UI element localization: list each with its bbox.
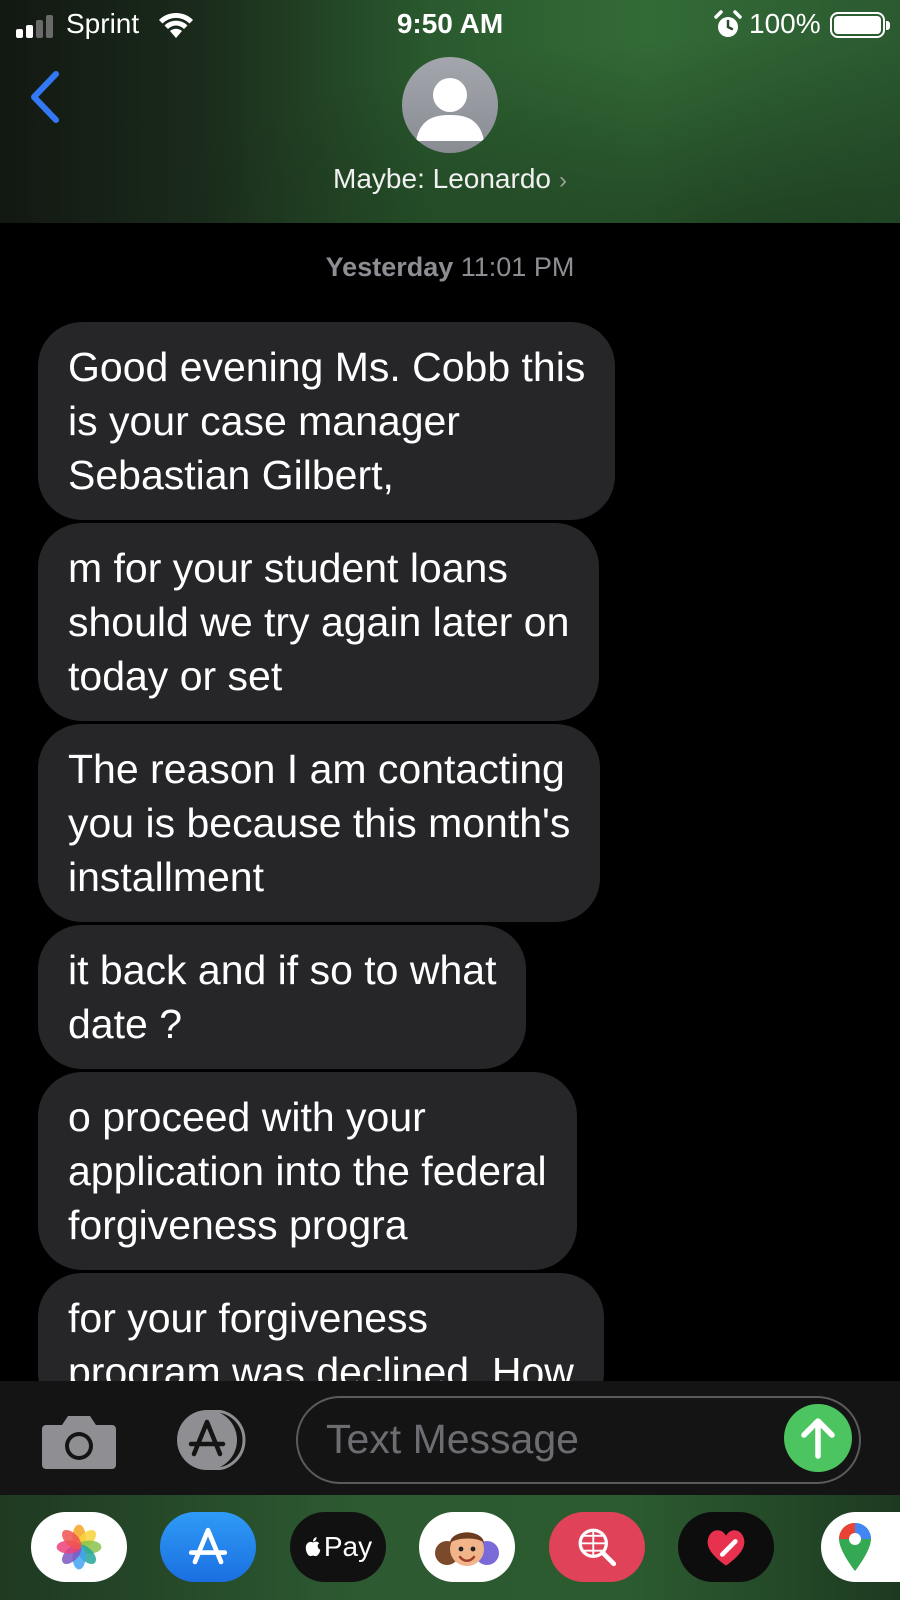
incoming-message-bubble[interactable]: The reason I am contacting you is becaus…	[38, 724, 601, 922]
incoming-message-bubble[interactable]: o proceed with your application into the…	[38, 1072, 577, 1270]
contact-name-button[interactable]: Maybe: Leonardo ›	[0, 163, 900, 195]
camera-icon[interactable]	[40, 1411, 118, 1471]
status-bar: Sprint 9:50 AM 100%	[0, 0, 900, 50]
timestamp-day: Yesterday	[325, 252, 454, 282]
back-chevron-icon[interactable]	[24, 68, 64, 126]
alarm-clock-icon	[714, 10, 742, 37]
person-silhouette-icon	[416, 78, 484, 141]
web-search-app-button[interactable]	[549, 1512, 645, 1582]
contact-name: Maybe: Leonardo	[333, 163, 551, 194]
globe-search-icon	[578, 1528, 617, 1567]
incoming-message-bubble[interactable]: it back and if so to what date ?	[38, 925, 527, 1069]
memoji-icon	[435, 1532, 499, 1566]
incoming-message-bubble[interactable]: for your forgiveness program was decline…	[38, 1273, 604, 1381]
compose-bar	[0, 1381, 900, 1495]
send-button[interactable]	[784, 1404, 852, 1472]
app-store-icon[interactable]	[167, 1410, 255, 1470]
photos-app-button[interactable]	[31, 1512, 127, 1582]
heart-icon	[707, 1530, 745, 1566]
photos-icon	[56, 1524, 102, 1570]
message-text-field[interactable]	[296, 1396, 861, 1484]
apple-pay-app-button[interactable]: Pay	[290, 1512, 386, 1582]
apple-pay-label: Pay	[323, 1531, 373, 1562]
battery-percentage: 100%	[749, 8, 821, 39]
app-store-icon	[188, 1527, 228, 1565]
timestamp-time: 11:01 PM	[460, 252, 575, 282]
map-pin-icon	[839, 1523, 871, 1571]
incoming-message-bubble[interactable]: Good evening Ms. Cobb this is your case …	[38, 322, 616, 520]
imessage-app-drawer: Pay	[0, 1495, 900, 1600]
battery-fill	[834, 16, 881, 34]
message-input[interactable]	[326, 1398, 786, 1481]
incoming-message-bubble[interactable]: m for your student loans should we try a…	[38, 523, 600, 721]
message-thread[interactable]: Yesterday 11:01 PM Good evening Ms. Cobb…	[0, 223, 900, 1381]
contact-avatar[interactable]	[402, 57, 498, 153]
apple-pay-icon	[305, 1537, 321, 1557]
maps-app-button[interactable]	[821, 1512, 900, 1582]
battery-icon	[830, 12, 890, 38]
thread-timestamp: Yesterday 11:01 PM	[0, 252, 900, 283]
conversation-header: Sprint 9:50 AM 100% Maybe: Leonardo ›	[0, 0, 900, 223]
arrow-up-icon	[801, 1418, 835, 1459]
app-store-app-button[interactable]	[160, 1512, 256, 1582]
memoji-app-button[interactable]	[419, 1512, 515, 1582]
chevron-right-icon: ›	[558, 167, 567, 194]
digital-touch-app-button[interactable]	[678, 1512, 774, 1582]
